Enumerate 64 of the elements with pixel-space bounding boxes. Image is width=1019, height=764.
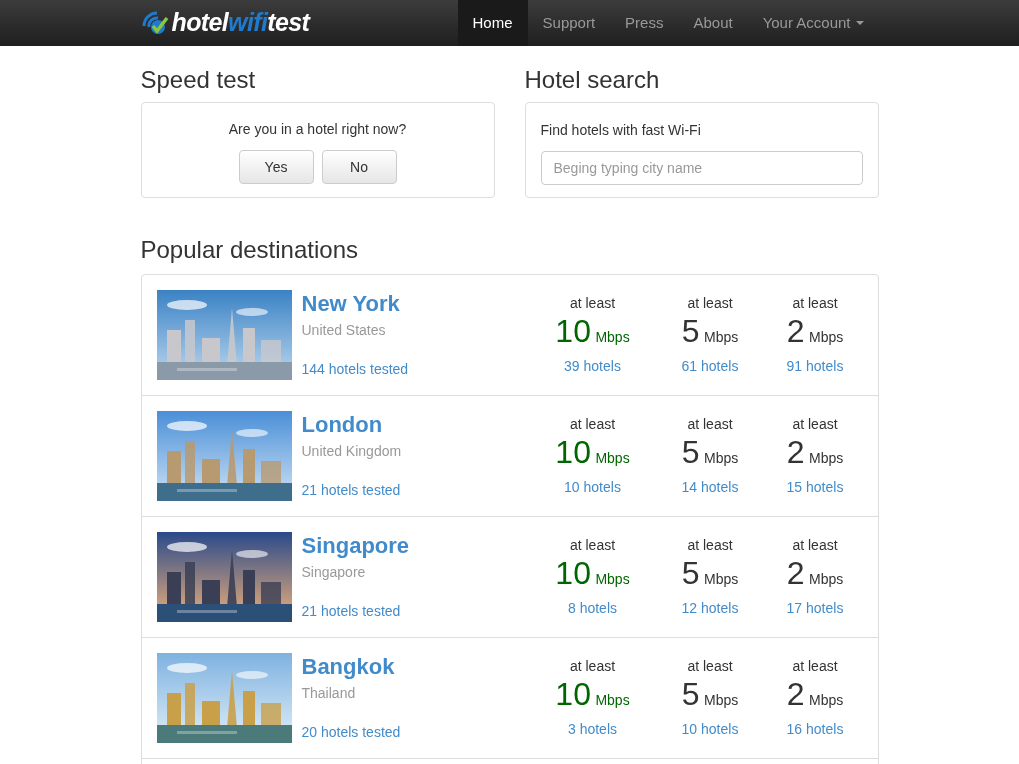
question-text: Are you in a hotel right now? [228, 120, 407, 139]
hotels-count-link[interactable]: 39 hotels [564, 356, 621, 377]
city-link[interactable]: Bangkok [301, 653, 513, 681]
hotels-count-link[interactable]: 91 hotels [786, 356, 844, 377]
speed-value: 10 Mbps [555, 677, 630, 714]
speed-value: 2 Mbps [786, 314, 844, 351]
hotels-count-link[interactable]: 17 hotels [786, 598, 844, 619]
speed-value: 2 Mbps [786, 435, 844, 472]
speed-value: 2 Mbps [786, 556, 844, 593]
section-heading: Hotel search [524, 66, 661, 94]
wifi-check-icon [140, 10, 169, 36]
section-heading: Speed test [140, 66, 257, 94]
at-least-text: at least [792, 294, 838, 313]
nav-tab[interactable]: Support [527, 0, 611, 46]
nav-tab[interactable]: Press [610, 0, 679, 46]
section-heading: Popular destinations [140, 236, 359, 264]
at-least-text: at least [792, 415, 838, 434]
search-label: Find hotels with fast Wi-Fi [540, 121, 702, 140]
logo-text[interactable]: hotelwifitest [171, 4, 310, 42]
speed-value: 5 Mbps [681, 435, 739, 472]
at-least-text: at least [569, 415, 616, 434]
nav-tab[interactable]: Home [457, 0, 528, 46]
speed-value: 10 Mbps [555, 435, 630, 472]
at-least-text: at least [687, 536, 733, 555]
hotels-count-link[interactable]: 3 hotels [567, 719, 617, 740]
at-least-text: at least [687, 657, 733, 676]
hotels-tested-link[interactable]: 144 hotels tested [301, 359, 513, 380]
speed-value: 5 Mbps [681, 314, 739, 351]
city-link[interactable]: New York [301, 290, 513, 318]
hotels-count-link[interactable]: 15 hotels [786, 477, 844, 498]
hotels-count-link[interactable]: 8 hotels [567, 598, 617, 619]
at-least-text: at least [569, 536, 616, 555]
at-least-text: at least [569, 657, 616, 676]
hotels-count-link[interactable]: 16 hotels [786, 719, 844, 740]
hotels-tested-link[interactable]: 21 hotels tested [301, 480, 513, 501]
hotels-tested-link[interactable]: 21 hotels tested [301, 601, 513, 622]
speed-value: 5 Mbps [681, 556, 739, 593]
country-text: United Kingdom [301, 442, 403, 461]
speed-value: 10 Mbps [555, 556, 630, 593]
at-least-text: at least [687, 294, 733, 313]
city-search-field[interactable]: Beging typing city name [540, 151, 863, 185]
speed-value: 10 Mbps [555, 314, 630, 351]
nav-tab[interactable]: About [678, 0, 748, 46]
hotels-count-link[interactable]: 14 hotels [681, 477, 739, 498]
nav-tab[interactable]: Your Account [747, 0, 879, 46]
hotels-count-link[interactable]: 12 hotels [681, 598, 739, 619]
hotels-count-link[interactable]: 61 hotels [681, 356, 739, 377]
at-least-text: at least [792, 657, 838, 676]
speed-value: 5 Mbps [681, 677, 739, 714]
answer-button[interactable]: Yes [238, 150, 314, 184]
country-text: United States [301, 321, 387, 340]
city-link[interactable]: Singapore [301, 532, 513, 560]
answer-button[interactable]: No [321, 150, 397, 184]
country-text: Thailand [301, 684, 357, 703]
speed-value: 2 Mbps [786, 677, 844, 714]
hotels-count-link[interactable]: 10 hotels [681, 719, 739, 740]
at-least-text: at least [569, 294, 616, 313]
caret-icon [855, 21, 864, 25]
at-least-text: at least [792, 536, 838, 555]
hotels-count-link[interactable]: 10 hotels [564, 477, 621, 498]
city-link[interactable]: London [301, 411, 513, 439]
country-text: Singapore [301, 563, 367, 582]
hotels-tested-link[interactable]: 20 hotels tested [301, 722, 513, 743]
at-least-text: at least [687, 415, 733, 434]
